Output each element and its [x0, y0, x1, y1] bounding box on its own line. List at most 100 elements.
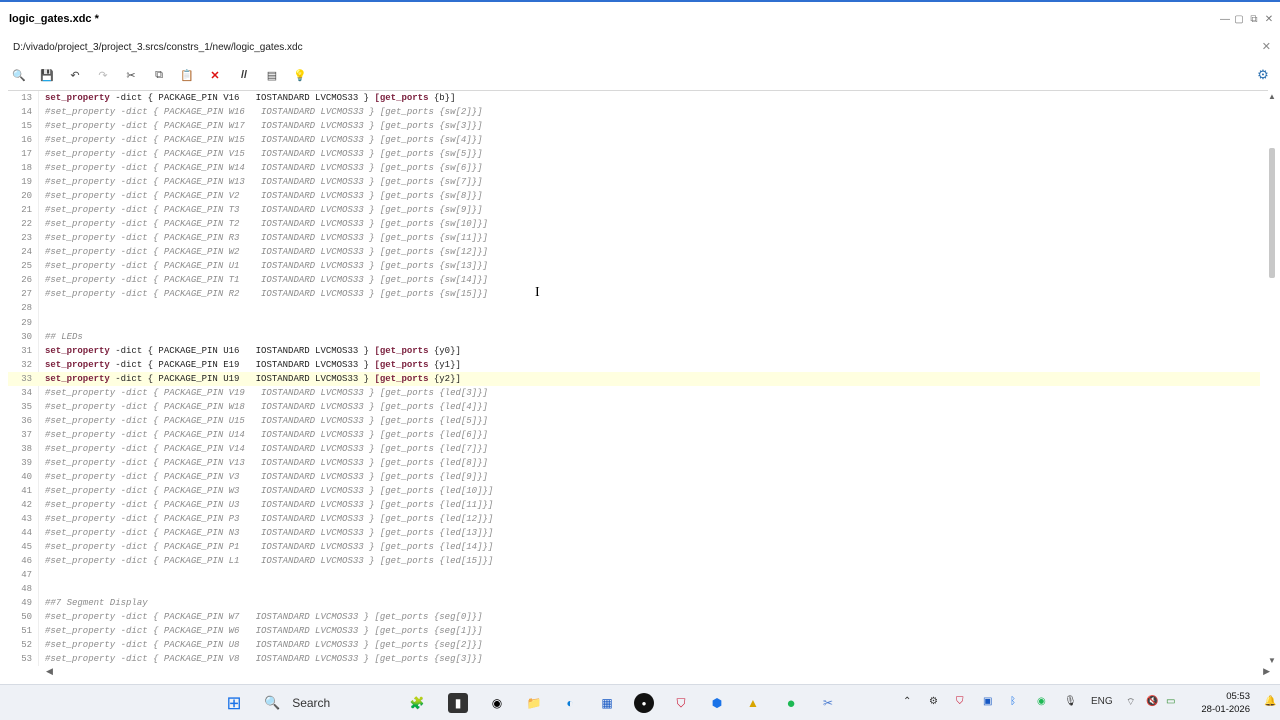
- input-language[interactable]: ENG: [1091, 696, 1113, 707]
- code-line[interactable]: 43 #set_property -dict { PACKAGE_PIN P3 I…: [8, 512, 1260, 526]
- code-line[interactable]: 50 #set_property -dict { PACKAGE_PIN W7 I…: [8, 610, 1260, 624]
- taskbar-search[interactable]: 🔍 Search: [256, 691, 376, 715]
- code-line[interactable]: 19 #set_property -dict { PACKAGE_PIN W13 …: [8, 175, 1260, 189]
- paste-icon[interactable]: 📋: [178, 66, 196, 84]
- notifications-icon[interactable]: 🔔: [1264, 696, 1276, 707]
- code-line[interactable]: 53 #set_property -dict { PACKAGE_PIN V8 I…: [8, 652, 1260, 666]
- tray-mcafee-icon[interactable]: ⛉: [956, 696, 964, 707]
- vertical-scrollbar[interactable]: ▲ ▼: [1266, 90, 1278, 666]
- code-line[interactable]: 45 #set_property -dict { PACKAGE_PIN P1 I…: [8, 540, 1260, 554]
- code-line[interactable]: 31 set_property -dict { PACKAGE_PIN U16 I…: [8, 344, 1260, 358]
- line-number: 33: [21, 373, 32, 384]
- system-clock[interactable]: 05:53 28-01-2026: [1201, 690, 1250, 716]
- code-line[interactable]: 27 #set_property -dict { PACKAGE_PIN R2 I…: [8, 287, 1260, 301]
- code-line[interactable]: 15 #set_property -dict { PACKAGE_PIN W17 …: [8, 119, 1260, 133]
- code-line[interactable]: 23 #set_property -dict { PACKAGE_PIN R3 I…: [8, 231, 1260, 245]
- scroll-left-icon[interactable]: ◀: [46, 666, 53, 677]
- close-window-icon[interactable]: ✕: [1262, 14, 1276, 25]
- dell-icon[interactable]: ●: [634, 693, 654, 713]
- code-line[interactable]: 47: [8, 568, 1260, 582]
- line-code: #set_property -dict { PACKAGE_PIN P1 IOS…: [45, 542, 494, 552]
- code-line[interactable]: 36 #set_property -dict { PACKAGE_PIN U15 …: [8, 414, 1260, 428]
- vivado-icon[interactable]: ▲: [743, 693, 763, 713]
- delete-icon[interactable]: ✕: [206, 66, 224, 84]
- bluetooth-icon[interactable]: ᛒ: [1010, 696, 1016, 707]
- code-line[interactable]: 37 #set_property -dict { PACKAGE_PIN U14 …: [8, 428, 1260, 442]
- code-line[interactable]: 42 #set_property -dict { PACKAGE_PIN U3 I…: [8, 498, 1260, 512]
- code-line[interactable]: 25 #set_property -dict { PACKAGE_PIN U1 I…: [8, 259, 1260, 273]
- close-tab-icon[interactable]: ✕: [1262, 40, 1271, 53]
- code-line[interactable]: 38 #set_property -dict { PACKAGE_PIN V14 …: [8, 442, 1260, 456]
- scroll-down-icon[interactable]: ▼: [1268, 656, 1276, 665]
- battery-icon[interactable]: ▭: [1166, 696, 1175, 707]
- volume-muted-icon[interactable]: 🔇: [1146, 696, 1158, 707]
- code-line[interactable]: 41 #set_property -dict { PACKAGE_PIN W3 I…: [8, 484, 1260, 498]
- code-line[interactable]: 21 #set_property -dict { PACKAGE_PIN T3 I…: [8, 203, 1260, 217]
- scroll-up-icon[interactable]: ▲: [1268, 92, 1276, 101]
- code-line[interactable]: 39 #set_property -dict { PACKAGE_PIN V13 …: [8, 456, 1260, 470]
- code-line[interactable]: 40 #set_property -dict { PACKAGE_PIN V3 I…: [8, 470, 1260, 484]
- terminal-icon[interactable]: ▮: [448, 693, 468, 713]
- microphone-icon[interactable]: 🎙: [1064, 696, 1077, 707]
- code-line[interactable]: 20 #set_property -dict { PACKAGE_PIN V2 I…: [8, 189, 1260, 203]
- code-line[interactable]: 24 #set_property -dict { PACKAGE_PIN W2 I…: [8, 245, 1260, 259]
- snipping-tool-icon[interactable]: ✂: [818, 693, 838, 713]
- windows-start-icon[interactable]: ⊞: [224, 693, 244, 713]
- undo-icon[interactable]: ↶: [66, 66, 84, 84]
- code-line[interactable]: 18 #set_property -dict { PACKAGE_PIN W14 …: [8, 161, 1260, 175]
- widgets-icon[interactable]: 🧩: [400, 693, 434, 713]
- horizontal-scrollbar[interactable]: ◀ ▶: [40, 666, 1270, 678]
- tray-overflow-icon[interactable]: ⌃: [903, 696, 911, 707]
- edge-browser-icon[interactable]: ◐: [560, 693, 580, 713]
- comment-icon[interactable]: //: [235, 66, 253, 84]
- clock-time: 05:53: [1226, 691, 1250, 702]
- code-line[interactable]: 49 ##7 Segment Display: [8, 596, 1260, 610]
- settings-app-icon[interactable]: ⬢: [707, 693, 727, 713]
- code-line[interactable]: 35 #set_property -dict { PACKAGE_PIN W18 …: [8, 400, 1260, 414]
- tray-display-icon[interactable]: ▣: [983, 696, 992, 707]
- code-line[interactable]: 33 set_property -dict { PACKAGE_PIN U19 I…: [8, 371, 1260, 386]
- cut-icon[interactable]: ✂: [122, 66, 140, 84]
- code-line[interactable]: 52 #set_property -dict { PACKAGE_PIN U8 I…: [8, 638, 1260, 652]
- line-number: 48: [21, 584, 32, 595]
- code-line[interactable]: 46 #set_property -dict { PACKAGE_PIN L1 I…: [8, 554, 1260, 568]
- code-line[interactable]: 16 #set_property -dict { PACKAGE_PIN W15 …: [8, 133, 1260, 147]
- code-line[interactable]: 13 set_property -dict { PACKAGE_PIN V16 I…: [8, 91, 1260, 105]
- code-line[interactable]: 44 #set_property -dict { PACKAGE_PIN N3 I…: [8, 526, 1260, 540]
- code-line[interactable]: 22 #set_property -dict { PACKAGE_PIN T2 I…: [8, 217, 1260, 231]
- wifi-icon[interactable]: ⌔: [1126, 696, 1135, 709]
- tray-chrome-icon[interactable]: ◉: [1037, 696, 1046, 707]
- tray-app-icon[interactable]: ⚙: [929, 696, 938, 707]
- code-editor[interactable]: 13 set_property -dict { PACKAGE_PIN V16 I…: [8, 90, 1268, 666]
- search-icon[interactable]: 🔍: [10, 66, 28, 84]
- spotify-icon[interactable]: ●: [781, 693, 801, 713]
- scroll-right-icon[interactable]: ▶: [1263, 666, 1270, 677]
- code-line[interactable]: 48: [8, 582, 1260, 596]
- line-number: 46: [21, 556, 32, 567]
- code-line[interactable]: 29: [8, 316, 1260, 330]
- store-icon[interactable]: ▦: [597, 693, 617, 713]
- minimize-icon[interactable]: —: [1218, 14, 1232, 25]
- code-line[interactable]: 30 ## LEDs: [8, 330, 1260, 344]
- scroll-thumb[interactable]: [1269, 148, 1275, 278]
- column-select-icon[interactable]: ▤: [263, 66, 281, 84]
- line-number: 35: [21, 401, 32, 412]
- code-line[interactable]: 32 set_property -dict { PACKAGE_PIN E19 I…: [8, 358, 1260, 372]
- restore-icon[interactable]: ▢: [1232, 14, 1246, 25]
- code-line[interactable]: 34 #set_property -dict { PACKAGE_PIN V19 …: [8, 386, 1260, 400]
- settings-gear-icon[interactable]: ⚙: [1254, 66, 1272, 84]
- code-line[interactable]: 17 #set_property -dict { PACKAGE_PIN V15 …: [8, 147, 1260, 161]
- redo-icon[interactable]: ↷: [94, 66, 112, 84]
- code-line[interactable]: 14 #set_property -dict { PACKAGE_PIN W16 …: [8, 105, 1260, 119]
- copy-icon[interactable]: ⧉: [150, 66, 168, 84]
- save-icon[interactable]: 💾: [38, 66, 56, 84]
- file-explorer-icon[interactable]: 📁: [524, 693, 544, 713]
- maximize-icon[interactable]: ⧉: [1247, 14, 1261, 25]
- copilot-icon[interactable]: ◉: [487, 693, 507, 713]
- code-line[interactable]: 28: [8, 301, 1260, 315]
- code-line[interactable]: 51 #set_property -dict { PACKAGE_PIN W6 I…: [8, 624, 1260, 638]
- mcafee-icon[interactable]: ⛉: [671, 693, 691, 713]
- code-lines: 13 set_property -dict { PACKAGE_PIN V16 I…: [8, 91, 1260, 666]
- bulb-icon[interactable]: 💡: [291, 66, 309, 84]
- code-line[interactable]: 26 #set_property -dict { PACKAGE_PIN T1 I…: [8, 273, 1260, 287]
